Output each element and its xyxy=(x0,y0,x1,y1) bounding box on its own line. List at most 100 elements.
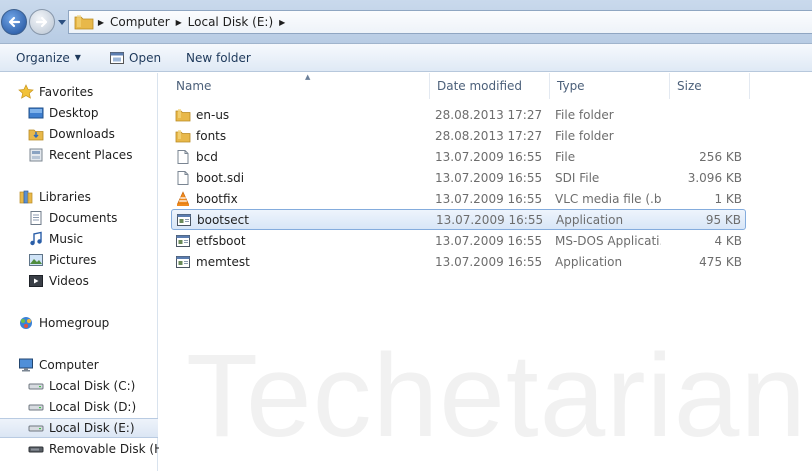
back-button[interactable] xyxy=(1,9,27,35)
nav-computer[interactable]: Computer xyxy=(0,355,158,375)
videos-icon xyxy=(28,273,44,289)
file-name: bootsect xyxy=(197,212,249,227)
drive-icon xyxy=(28,399,44,415)
column-headers: Name ▲ Date modified Type Size xyxy=(159,73,812,99)
documents-icon xyxy=(28,210,44,226)
arrow-right-icon xyxy=(35,16,48,28)
nav-item-documents[interactable]: Documents xyxy=(0,208,158,228)
breadcrumb-computer[interactable]: Computer xyxy=(107,15,173,29)
nav-item-removable-disk-h[interactable]: Removable Disk (H:) xyxy=(0,439,172,459)
column-header-type[interactable]: Type xyxy=(550,73,670,99)
nav-item-local-disk-c[interactable]: Local Disk (C:) xyxy=(0,376,158,396)
file-name: en-us xyxy=(196,107,230,122)
file-size: 475 KB xyxy=(699,254,742,269)
file-row[interactable]: boot.sdi 13.07.2009 16:55 SDI File 3.096… xyxy=(171,167,746,188)
nav-item-desktop[interactable]: Desktop xyxy=(0,103,158,123)
chevron-down-icon: ▼ xyxy=(74,53,81,62)
file-date: 13.07.2009 16:55 xyxy=(435,170,543,185)
forward-button[interactable] xyxy=(29,9,55,35)
file-date: 13.07.2009 16:55 xyxy=(435,254,543,269)
removable-drive-icon xyxy=(28,441,44,457)
file-row[interactable]: memtest 13.07.2009 16:55 Application 475… xyxy=(171,251,746,272)
file-row[interactable]: bootfix 13.07.2009 16:55 VLC media file … xyxy=(171,188,746,209)
arrow-left-icon xyxy=(8,16,21,28)
nav-homegroup[interactable]: Homegroup xyxy=(0,313,158,333)
file-size: 1 KB xyxy=(714,191,742,206)
column-header-size[interactable]: Size xyxy=(670,73,750,99)
nav-label: Removable Disk (H:) xyxy=(49,442,172,456)
column-header-date-modified[interactable]: Date modified xyxy=(430,73,550,99)
nav-libraries[interactable]: Libraries xyxy=(0,187,158,207)
file-type: Application xyxy=(556,212,624,227)
nav-favorites[interactable]: Favorites xyxy=(0,82,158,102)
nav-item-downloads[interactable]: Downloads xyxy=(0,124,158,144)
nav-label: Libraries xyxy=(39,190,91,204)
file-size: 95 KB xyxy=(705,212,741,227)
file-name: fonts xyxy=(196,128,227,143)
file-row[interactable]: en-us 28.08.2013 17:27 File folder xyxy=(171,104,746,125)
folder-icon xyxy=(175,107,191,123)
file-type: SDI File xyxy=(555,170,600,185)
new-folder-button[interactable]: New folder xyxy=(180,47,257,69)
nav-label: Pictures xyxy=(49,253,97,267)
open-button[interactable]: Open xyxy=(103,47,167,69)
application-icon xyxy=(176,212,192,228)
file-type: File folder xyxy=(555,107,614,122)
file-row-selected[interactable]: bootsect 13.07.2009 16:55 Application 95… xyxy=(171,209,746,230)
file-date: 28.08.2013 17:27 xyxy=(435,128,543,143)
file-name: bootfix xyxy=(196,191,238,206)
pictures-icon xyxy=(28,252,44,268)
new-folder-label: New folder xyxy=(186,50,251,65)
column-label: Type xyxy=(557,79,585,93)
file-size: 4 KB xyxy=(714,233,742,248)
sort-ascending-icon: ▲ xyxy=(305,73,311,81)
file-type: MS-DOS Applicati... xyxy=(555,233,661,248)
breadcrumb-separator[interactable]: ▶ xyxy=(276,18,288,27)
nav-item-recent-places[interactable]: Recent Places xyxy=(0,145,158,165)
nav-item-local-disk-e[interactable]: Local Disk (E:) xyxy=(0,418,158,438)
organize-label: Organize xyxy=(16,50,70,65)
vlc-icon xyxy=(175,190,191,207)
star-icon xyxy=(18,84,34,100)
breadcrumb-local-disk-e[interactable]: Local Disk (E:) xyxy=(185,15,277,29)
column-label: Date modified xyxy=(437,79,523,93)
file-size: 256 KB xyxy=(699,149,742,164)
breadcrumb-separator[interactable]: ▶ xyxy=(173,18,185,27)
organize-button[interactable]: Organize ▼ xyxy=(10,47,87,69)
nav-label: Music xyxy=(49,232,84,246)
nav-label: Videos xyxy=(49,274,89,288)
file-date: 13.07.2009 16:55 xyxy=(435,191,543,206)
file-row[interactable]: fonts 28.08.2013 17:27 File folder xyxy=(171,125,746,146)
music-icon xyxy=(28,231,44,247)
file-type: File xyxy=(555,149,576,164)
nav-label: Local Disk (D:) xyxy=(49,400,137,414)
computer-icon xyxy=(18,357,34,373)
drive-icon xyxy=(28,420,44,436)
file-date: 13.07.2009 16:55 xyxy=(435,149,543,164)
column-header-name[interactable]: Name ▲ xyxy=(169,73,430,99)
nav-item-pictures[interactable]: Pictures xyxy=(0,250,158,270)
file-date: 13.07.2009 16:55 xyxy=(435,233,543,248)
file-row[interactable]: etfsboot 13.07.2009 16:55 MS-DOS Applica… xyxy=(171,230,746,251)
open-application-icon xyxy=(110,51,124,64)
history-dropdown-icon[interactable] xyxy=(57,17,67,27)
libraries-icon xyxy=(18,189,34,205)
file-date: 13.07.2009 16:55 xyxy=(436,212,544,227)
nav-item-local-disk-d[interactable]: Local Disk (D:) xyxy=(0,397,158,417)
nav-label: Local Disk (C:) xyxy=(49,379,136,393)
file-row[interactable]: bcd 13.07.2009 16:55 File 256 KB xyxy=(171,146,746,167)
breadcrumb-separator[interactable]: ▶ xyxy=(95,18,107,27)
nav-item-music[interactable]: Music xyxy=(0,229,158,249)
nav-label: Favorites xyxy=(39,85,94,99)
watermark: Techetarian xyxy=(186,330,808,462)
drive-icon xyxy=(28,378,44,394)
file-name: bcd xyxy=(196,149,218,164)
breadcrumb[interactable]: ▶ Computer ▶ Local Disk (E:) ▶ xyxy=(68,10,812,34)
recent-places-icon xyxy=(28,147,44,163)
file-type: Application xyxy=(555,254,623,269)
nav-item-videos[interactable]: Videos xyxy=(0,271,158,291)
folder-icon xyxy=(74,15,94,30)
file-date: 28.08.2013 17:27 xyxy=(435,107,543,122)
file-icon xyxy=(175,149,191,165)
nav-label: Recent Places xyxy=(49,148,133,162)
